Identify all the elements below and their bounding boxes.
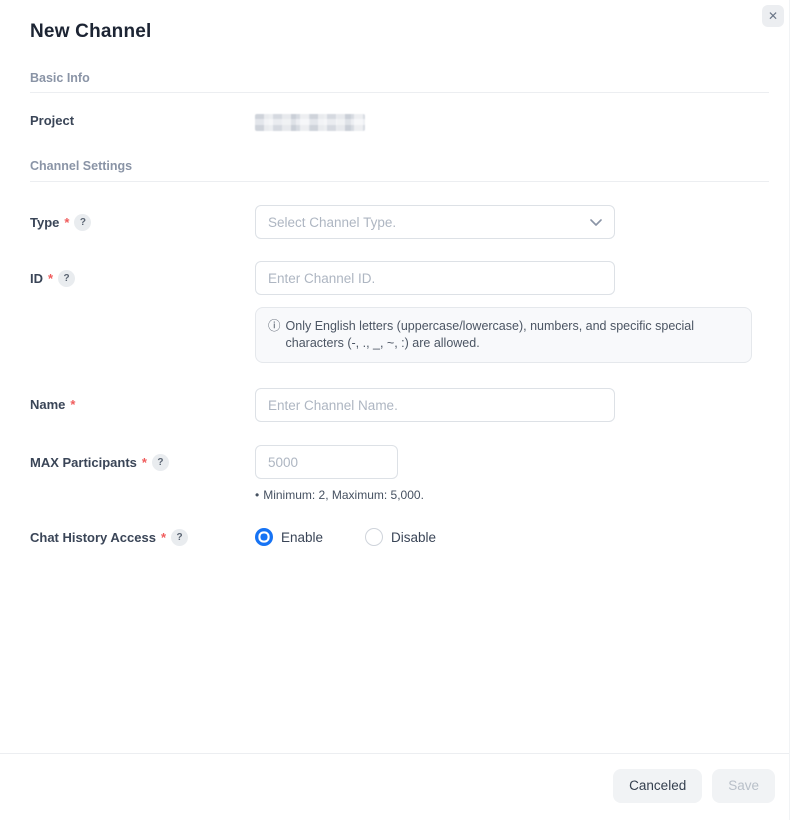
channel-name-input[interactable] — [255, 388, 615, 422]
type-label-group: Type * ? — [30, 205, 255, 231]
name-row: Name * — [30, 388, 769, 422]
close-icon: ✕ — [768, 9, 778, 23]
chat-history-access-options: Enable Disable — [255, 526, 436, 546]
id-row: ID * ? ⓘ Only English letters (uppercase… — [30, 261, 769, 363]
section-basic-info: Basic Info — [30, 71, 769, 86]
max-participants-note-text: Minimum: 2, Maximum: 5,000. — [263, 488, 424, 503]
type-label: Type — [30, 215, 59, 230]
section-channel-settings: Channel Settings — [30, 159, 769, 174]
divider-channel-settings — [30, 181, 769, 182]
max-participants-row: MAX Participants * ? • Minimum: 2, Maxim… — [30, 445, 769, 503]
chat-history-access-row: Chat History Access * ? Enable Disable — [30, 526, 769, 546]
id-input-group: ⓘ Only English letters (uppercase/lowerc… — [255, 261, 752, 363]
required-asterisk: * — [64, 215, 69, 230]
page-title: New Channel — [30, 0, 769, 43]
max-participants-help-icon[interactable]: ? — [152, 454, 169, 471]
bullet-icon: • — [255, 488, 259, 503]
info-icon: ⓘ — [268, 318, 281, 352]
chat-history-access-label: Chat History Access — [30, 530, 156, 545]
radio-enable[interactable]: Enable — [255, 528, 323, 546]
project-label-group: Project — [30, 113, 255, 128]
project-value-redacted — [255, 114, 365, 131]
name-label-group: Name * — [30, 388, 255, 412]
id-info-box: ⓘ Only English letters (uppercase/lowerc… — [255, 307, 752, 363]
project-row: Project — [30, 113, 769, 131]
required-asterisk: * — [70, 397, 75, 412]
radio-enable-icon — [255, 528, 273, 546]
id-info-text: Only English letters (uppercase/lowercas… — [286, 318, 737, 352]
id-label-group: ID * ? — [30, 261, 255, 287]
type-row: Type * ? Select Channel Type. — [30, 205, 769, 239]
name-label: Name — [30, 397, 65, 412]
save-button[interactable]: Save — [712, 769, 775, 803]
radio-disable[interactable]: Disable — [365, 528, 436, 546]
required-asterisk: * — [48, 271, 53, 286]
radio-disable-label: Disable — [391, 530, 436, 545]
modal-footer: Canceled Save — [0, 753, 789, 820]
chevron-down-icon — [590, 215, 602, 230]
type-help-icon[interactable]: ? — [74, 214, 91, 231]
channel-type-select[interactable]: Select Channel Type. — [255, 205, 615, 239]
max-participants-label: MAX Participants — [30, 455, 137, 470]
max-participants-note: • Minimum: 2, Maximum: 5,000. — [255, 488, 424, 503]
id-help-icon[interactable]: ? — [58, 270, 75, 287]
modal-content: New Channel Basic Info Project Channel S… — [0, 0, 789, 546]
new-channel-modal: ✕ New Channel Basic Info Project Channel… — [0, 0, 790, 820]
radio-enable-label: Enable — [281, 530, 323, 545]
radio-disable-icon — [365, 528, 383, 546]
cancel-button[interactable]: Canceled — [613, 769, 702, 803]
divider-basic-info — [30, 92, 769, 93]
chat-history-access-help-icon[interactable]: ? — [171, 529, 188, 546]
project-label: Project — [30, 113, 74, 128]
channel-id-input[interactable] — [255, 261, 615, 295]
chat-history-access-label-group: Chat History Access * ? — [30, 526, 255, 546]
required-asterisk: * — [161, 530, 166, 545]
id-label: ID — [30, 271, 43, 286]
max-participants-input[interactable] — [255, 445, 398, 479]
required-asterisk: * — [142, 455, 147, 470]
max-participants-label-group: MAX Participants * ? — [30, 445, 255, 471]
channel-type-placeholder: Select Channel Type. — [268, 215, 396, 230]
max-participants-input-group: • Minimum: 2, Maximum: 5,000. — [255, 445, 424, 503]
close-button[interactable]: ✕ — [762, 5, 784, 27]
